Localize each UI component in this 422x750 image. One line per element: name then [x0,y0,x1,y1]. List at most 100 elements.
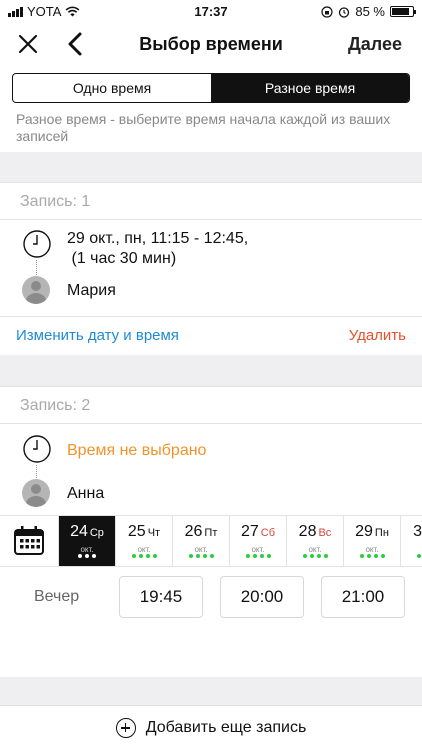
availability-dot [323,554,328,558]
time-slot[interactable]: 20:00 [220,576,304,618]
add-circle-icon [115,718,136,738]
availability-dot [302,554,307,558]
day-number: 28 Вс [298,523,332,540]
next-button[interactable]: Далее [348,34,402,55]
weekday-label: Пн [374,527,389,539]
availability-dot [188,554,193,558]
time-slot[interactable]: 21:00 [321,576,405,618]
divider [0,423,422,424]
time-slot[interactable]: 19:45 [119,576,203,618]
delete-record-link[interactable]: Удалить [349,327,406,344]
day-cell[interactable]: 24 Ср окт. [58,516,115,566]
month-label: окт. [308,545,322,554]
weekday-label: Пт [204,527,218,539]
weekday-label: Ср [89,527,104,539]
record-1-duration: (1 час 30 мин) [67,250,177,267]
weekday-label: Чт [147,527,161,539]
availability-dot [152,554,157,558]
record-1-datetime[interactable]: 29 окт., пн, 11:15 - 12:45, [67,229,248,249]
availability-dot [359,554,364,558]
availability-dot [138,554,143,558]
month-label: окт. [251,545,265,554]
record-1-title: Запись: 1 [20,193,91,210]
day-cell[interactable]: 30Вт окт. [400,516,422,566]
availability-dot [209,554,214,558]
section-separator [0,355,422,386]
availability-dot [78,554,82,558]
month-label: окт. [401,545,422,554]
day-cell[interactable]: 28 Вс окт. [286,516,343,566]
availability-dot [145,554,150,558]
clock-icon [23,230,51,258]
availability-dot [373,554,378,558]
divider [0,316,422,317]
different-time-option[interactable]: Разное время [211,74,409,102]
availability-dot [202,554,207,558]
change-datetime-link[interactable]: Изменить дату и время [16,327,179,344]
month-label: окт. [137,545,151,554]
clock-icon [23,435,51,463]
availability-dots [230,554,286,558]
rotation-lock-icon [321,5,333,18]
day-number: 25 Чт [127,523,161,540]
month-label: окт. [80,545,94,554]
availability-dots [401,554,422,558]
battery-percent: 85 % [355,4,385,19]
day-number: 29 Пн [355,523,389,540]
day-cell[interactable]: 29 Пн окт. [343,516,400,566]
availability-dots [116,554,172,558]
month-label: окт. [194,545,208,554]
day-cell[interactable]: 26 Пт окт. [172,516,229,566]
weekday-label: Вс [318,527,332,539]
record-2-title: Запись: 2 [20,397,91,414]
section-separator [0,677,422,705]
single-time-option[interactable]: Одно время [13,74,211,102]
availability-dots [344,554,400,558]
day-number: 24 Ср [70,523,104,540]
availability-dot [266,554,271,558]
availability-dot [245,554,250,558]
record-2-master: Анна [67,485,105,502]
navigation-bar: Выбор времени Далее [0,22,422,66]
divider [0,182,422,183]
availability-dot [131,554,136,558]
date-strip: 24 Ср окт. 25 Чт окт. 26 Пт окт. 27 Сб окт. 28 Вс окт.… [0,515,422,567]
divider [0,219,422,220]
weekday-label: Сб [260,527,276,539]
availability-dot [92,554,96,558]
day-number: 30Вт [413,523,422,540]
timeline-connector [36,260,37,275]
period-label: Вечер [34,588,80,605]
record-1-master: Мария [67,282,116,299]
availability-dot [252,554,257,558]
timeline-connector [36,465,37,478]
availability-dots [59,554,115,558]
day-list: 24 Ср окт. 25 Чт окт. 26 Пт окт. 27 Сб окт. 28 Вс окт.… [58,516,422,566]
day-number: 27 Сб [240,523,276,540]
battery-icon [390,6,416,17]
record-2-time-status[interactable]: Время не выбрано [67,441,206,461]
availability-dot [195,554,200,558]
availability-dots [173,554,229,558]
add-record-button[interactable]: Добавить еще запись [0,705,422,750]
availability-dot [309,554,314,558]
avatar [22,276,50,304]
availability-dot [366,554,371,558]
day-number: 26 Пт [184,523,218,540]
alarm-icon [339,6,350,18]
availability-dot [259,554,264,558]
day-cell[interactable]: 25 Чт окт. [115,516,172,566]
day-cell[interactable]: 27 Сб окт. [229,516,286,566]
mode-hint: Разное время - выберите время начала каж… [16,111,391,144]
add-record-label: Добавить еще запись [145,719,307,736]
availability-dot [316,554,321,558]
month-label: окт. [365,545,379,554]
status-bar: YOTA 17:37 85 % [0,0,422,22]
availability-dot [380,554,385,558]
availability-dots [287,554,343,558]
divider [0,386,422,387]
calendar-button[interactable] [0,516,58,566]
calendar-icon [14,526,44,555]
time-mode-switch: Одно время Разное время [12,73,410,103]
availability-dot [85,554,89,558]
